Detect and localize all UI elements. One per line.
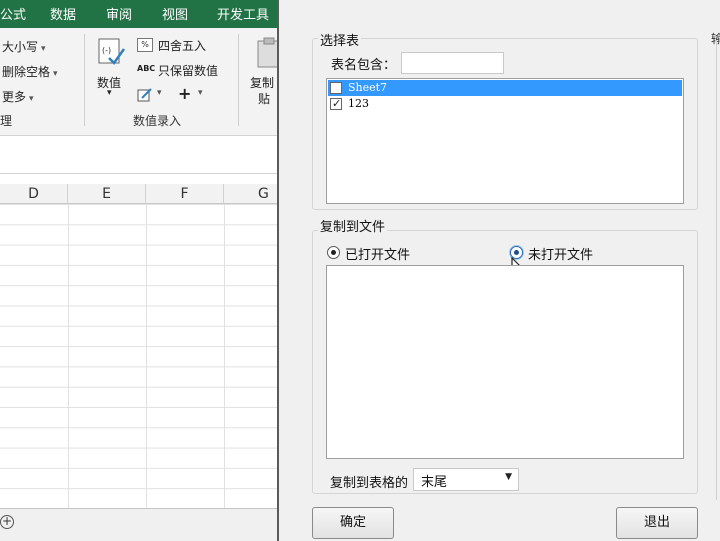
ribbon-separator: [84, 34, 85, 126]
column-header-d[interactable]: D: [0, 184, 68, 204]
abc-icon: ABC: [137, 64, 156, 73]
clipboard-icon: [257, 37, 278, 68]
chevron-down-icon: ▾: [29, 94, 34, 104]
checkmark-icon: ✓: [332, 97, 342, 110]
keep-values-button[interactable]: ABC 只保留数值: [137, 62, 237, 80]
grid-line: [68, 204, 69, 508]
column-header-g[interactable]: G: [224, 184, 278, 204]
number-format-icon: (-): [98, 38, 126, 65]
file-listbox[interactable]: [326, 265, 684, 459]
sheet-tab-bar: +: [0, 508, 278, 541]
chevron-down-icon: ▼: [505, 472, 512, 482]
copy-paste-button[interactable]: 复制 贴: [248, 36, 278, 106]
chevron-down-icon: ▾: [198, 88, 203, 98]
round-label: 四舍五入: [158, 39, 207, 53]
screen: 公式 数据 审阅 视图 开发工具 大小写 ▾ 删除空格 ▾ 更多 ▾ 理 (-)…: [0, 0, 720, 541]
tab-data[interactable]: 数据: [50, 4, 76, 23]
number-group-label: 数值录入: [133, 114, 182, 128]
grid-line: [224, 204, 225, 508]
more-button[interactable]: 更多 ▾: [2, 88, 34, 105]
radio-dot: [331, 250, 336, 255]
case-button[interactable]: 大小写 ▾: [2, 38, 46, 55]
copy-to-cell-label: 复制到表格的: [330, 476, 409, 491]
exit-button[interactable]: 退出: [616, 507, 698, 539]
fill-tool-button[interactable]: ▾: [137, 86, 171, 104]
ribbon-tab-bar: 公式 数据 审阅 视图 开发工具: [0, 0, 278, 28]
opened-file-radio[interactable]: 已打开文件: [327, 244, 437, 263]
keep-values-label: 只保留数值: [158, 64, 219, 78]
remove-spaces-label: 删除空格: [2, 65, 51, 79]
column-headers: D E F G: [0, 184, 278, 204]
sheet-checkbox[interactable]: [330, 82, 342, 94]
copy-to-file-title: 复制到文件: [318, 216, 388, 235]
position-value: 末尾: [421, 475, 448, 490]
sheet-name: 123: [348, 97, 369, 110]
number-button[interactable]: (-) 数值 ▾: [94, 36, 128, 100]
radio-dot: [514, 250, 519, 255]
copy-sheets-dialog: 选择表 表名包含： Sheet7 ✓ 123 复制到文件 已打开文件 未打开文件: [277, 0, 720, 541]
left-group-label: 理: [0, 114, 13, 128]
case-label: 大小写: [2, 40, 39, 54]
chevron-down-icon: ▾: [157, 88, 162, 98]
chevron-down-icon: ▾: [41, 44, 46, 54]
formula-bar[interactable]: [0, 144, 278, 174]
opened-file-label: 已打开文件: [345, 248, 411, 263]
sheet-listbox[interactable]: Sheet7 ✓ 123: [326, 78, 684, 204]
ribbon-separator: [238, 34, 239, 126]
radio-button[interactable]: [327, 246, 340, 259]
remove-spaces-button[interactable]: 删除空格 ▾: [2, 63, 58, 80]
name-contains-label: 表名包含：: [331, 58, 397, 73]
percent-icon: %: [137, 38, 153, 52]
ribbon: 大小写 ▾ 删除空格 ▾ 更多 ▾ 理 (-) 数值 ▾ % 四舍五入 ABC …: [0, 28, 278, 136]
round-button[interactable]: % 四舍五入: [137, 37, 227, 55]
add-sheet-icon[interactable]: +: [0, 515, 14, 529]
more-label: 更多: [2, 90, 27, 104]
tab-formulas[interactable]: 公式: [0, 4, 26, 23]
output-group-edge: [716, 40, 720, 500]
chevron-down-icon: ▾: [107, 88, 112, 98]
plus-icon: +: [178, 84, 192, 103]
paste-label: 贴: [258, 92, 271, 106]
unopened-file-label: 未打开文件: [528, 248, 594, 263]
tab-developer[interactable]: 开发工具: [217, 4, 269, 23]
chevron-down-icon: ▾: [53, 69, 58, 79]
column-header-f[interactable]: F: [146, 184, 224, 204]
name-contains-input[interactable]: [401, 52, 504, 74]
tab-view[interactable]: 视图: [162, 4, 188, 23]
list-item[interactable]: ✓ 123: [328, 96, 682, 112]
edit-fill-icon: [137, 88, 152, 102]
select-table-title: 选择表: [318, 30, 362, 49]
grid-line: [146, 204, 147, 508]
column-header-e[interactable]: E: [68, 184, 146, 204]
copy-label: 复制: [250, 76, 275, 90]
tab-review[interactable]: 审阅: [106, 4, 132, 23]
insert-button[interactable]: + ▾: [178, 84, 208, 104]
list-item[interactable]: Sheet7: [328, 80, 682, 96]
position-select[interactable]: 末尾 ▼: [413, 468, 519, 491]
sheet-name: Sheet7: [348, 81, 388, 94]
sheet-checkbox[interactable]: ✓: [330, 97, 342, 110]
ok-button[interactable]: 确定: [312, 507, 394, 539]
excel-window: 公式 数据 审阅 视图 开发工具 大小写 ▾ 删除空格 ▾ 更多 ▾ 理 (-)…: [0, 0, 278, 541]
svg-text:(-): (-): [102, 46, 111, 55]
cell-grid[interactable]: [0, 204, 278, 508]
